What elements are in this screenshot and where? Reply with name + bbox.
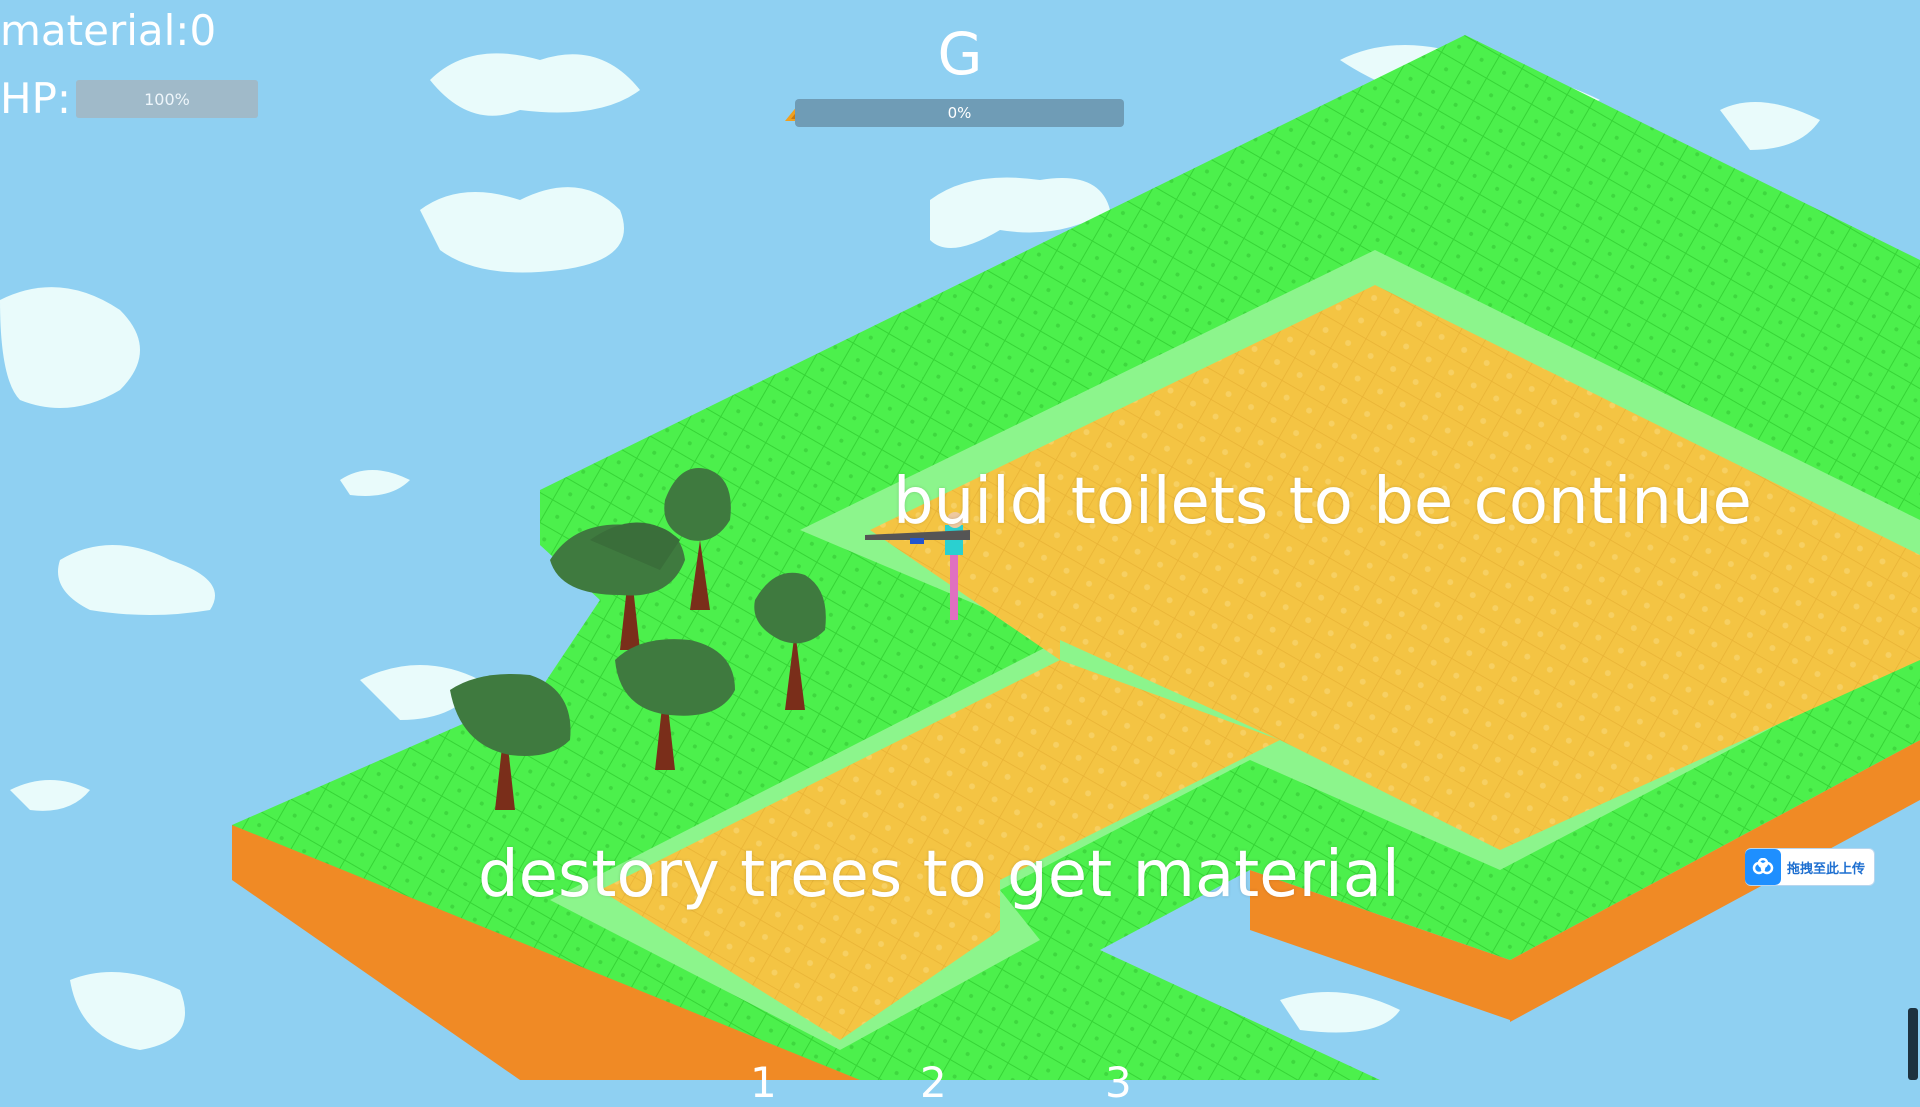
- material-counter: material:0: [0, 6, 217, 55]
- hp-percent: 100%: [144, 89, 190, 109]
- cloud-upload-icon: [1745, 849, 1781, 885]
- hp-bar: 100%: [76, 80, 258, 118]
- hotbar-slot-2[interactable]: 2: [920, 1058, 947, 1107]
- wave-progress-text: 0%: [947, 104, 972, 122]
- hotbar-slot-3[interactable]: 3: [1105, 1058, 1132, 1107]
- upload-label: 拖拽至此上传: [1787, 861, 1866, 877]
- wave-progress-bar: 0%: [795, 99, 1124, 127]
- game-scene[interactable]: [0, 0, 1920, 1080]
- corner-gauge: [1908, 1008, 1918, 1080]
- hp-label: HP:: [0, 74, 72, 123]
- wave-indicator: G: [937, 20, 983, 88]
- destroy-hint-text: destory trees to get material: [478, 838, 1400, 912]
- upload-drop-button[interactable]: 拖拽至此上传: [1745, 848, 1875, 886]
- hotbar-slot-1[interactable]: 1: [750, 1058, 777, 1107]
- build-hint-text: build toilets to be continue: [893, 465, 1752, 539]
